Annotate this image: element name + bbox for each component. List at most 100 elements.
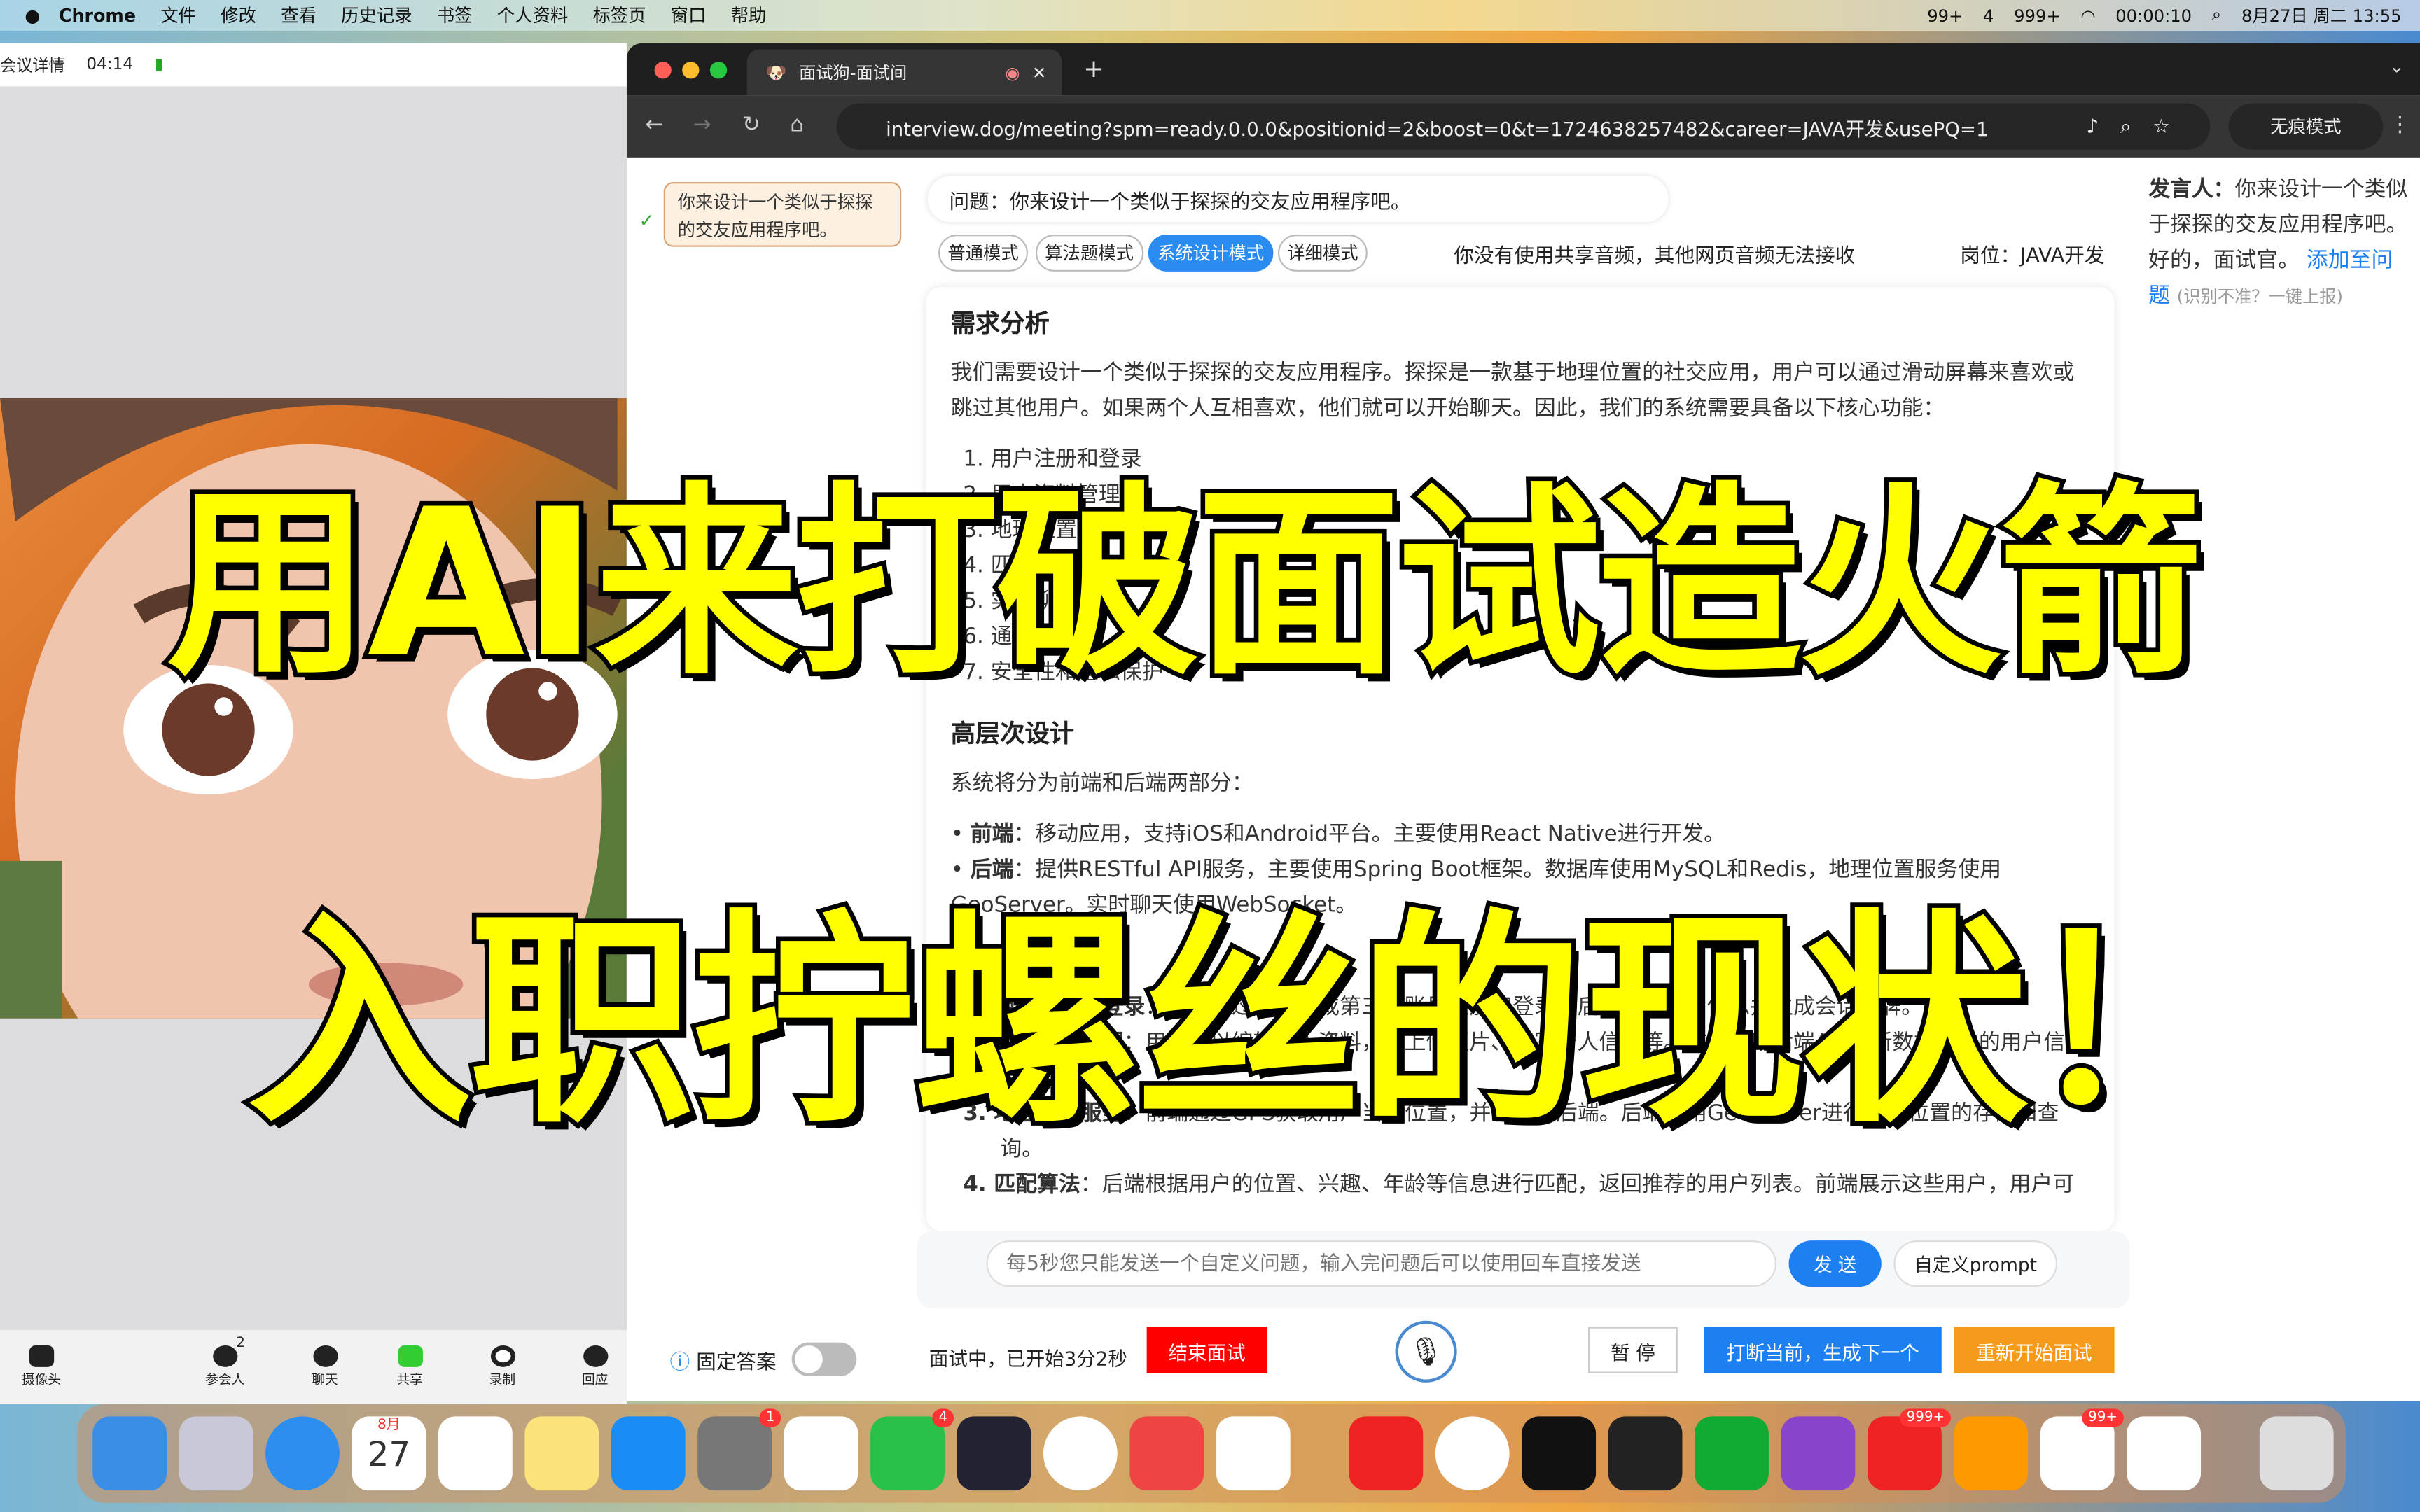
maximize-window-button[interactable] [709,62,728,79]
forward-icon[interactable]: → [693,113,711,137]
vpn-icon[interactable] [1043,1416,1118,1491]
chatgpt-icon[interactable] [957,1416,1031,1491]
mic-muted-icon[interactable]: 🎙 [1395,1320,1457,1382]
menu-help[interactable]: 帮助 [731,3,767,27]
mode-algorithm[interactable]: 算法题模式 [1035,234,1143,272]
assistant-icon[interactable] [1781,1416,1856,1491]
notes-icon[interactable] [524,1416,599,1491]
qq-icon[interactable]: 99+ [2040,1408,2124,1491]
share-icon [397,1345,422,1367]
chat-icon [312,1345,338,1367]
calendar-month: 8月 [377,1418,401,1434]
menu-file[interactable]: 文件 [160,3,196,27]
record-button[interactable]: 录制 [489,1345,515,1389]
chrome-icon[interactable] [1435,1416,1510,1491]
meeting-details-link[interactable]: 会议详情 [0,53,65,76]
datagrip-icon[interactable] [1695,1416,1769,1491]
menu-edit[interactable]: 修改 [221,3,256,27]
apple-icon[interactable]: ● [25,5,40,27]
safari-icon[interactable] [265,1416,340,1491]
reminders-icon[interactable] [438,1416,513,1491]
launchpad-icon[interactable] [179,1416,253,1491]
menu-view[interactable]: 查看 [281,3,317,27]
menu-bookmarks[interactable]: 书签 [437,3,473,27]
mic-zoom-star-icons[interactable]: ♪⌕☆ [2087,114,2192,139]
mode-normal[interactable]: 普通模式 [938,234,1028,272]
menu-app[interactable]: Chrome [59,5,136,27]
more-menu-icon[interactable]: ⋮ [2389,113,2411,137]
home-icon[interactable]: ⌂ [790,113,804,137]
app-store-icon[interactable] [611,1416,686,1491]
intellij-icon[interactable] [1608,1416,1683,1491]
calendar-icon[interactable]: 8月 27 [352,1416,426,1491]
wechat-status[interactable]: 4 [1983,6,1994,26]
pause-button[interactable]: 暂 停 [1588,1326,1678,1373]
interview-status: 面试中，已开始3分2秒 [929,1347,1127,1371]
menu-window[interactable]: 窗口 [671,3,707,27]
position-label: 岗位：JAVA开发 [1960,245,2105,269]
minimize-window-button[interactable] [682,62,700,79]
share-label: 共享 [396,1373,423,1389]
meeting-app-icon[interactable] [2127,1416,2202,1491]
participants-button[interactable]: 参会人 [205,1345,244,1389]
meeting-window: 会议详情 04:14 ▮ 摄像头 参会人 2 聊天 共享 录制 回应 [0,43,627,1404]
custom-question-input[interactable] [986,1240,1776,1287]
interrupt-next-button[interactable]: 打断当前，生成下一个 [1704,1326,1942,1373]
qq-status[interactable]: 99+ [1927,6,1963,26]
close-tab-icon[interactable]: ✕ [1032,62,1046,83]
participants-icon [212,1345,237,1367]
record-timer[interactable]: 00:00:10 [2115,6,2192,26]
url-field[interactable]: interview.dog/meeting?spm=ready.0.0.0&po… [836,103,2211,150]
menu-history[interactable]: 历史记录 [341,3,412,27]
incognito-button[interactable]: 无痕模式 [2228,103,2384,150]
high-level-paragraph: 系统将分为前端和后端两部分： [950,771,1253,797]
mail-icon[interactable] [784,1416,858,1491]
help-icon[interactable]: ⓘ [670,1345,690,1374]
settings-icon[interactable]: 1 [697,1408,781,1491]
sublime-icon[interactable] [1954,1416,2029,1491]
meeting-topbar: 会议详情 04:14 ▮ [0,43,627,87]
search-icon[interactable]: ⌕ [2212,5,2222,27]
qq-badge: 99+ [2082,1408,2124,1427]
new-tab-button[interactable]: + [1083,54,1104,83]
tab-search-button[interactable]: ⌄ [2389,55,2405,77]
custom-prompt-button[interactable]: 自定义prompt [1893,1240,2058,1287]
music-icon[interactable]: 999+ [1867,1408,1951,1491]
reaction-label: 回应 [581,1373,609,1389]
menu-profile[interactable]: 个人资料 [497,3,568,27]
wifi-icon[interactable]: ◠ [2080,6,2095,26]
app-icon[interactable] [1129,1416,1204,1491]
capcut-icon[interactable] [1522,1416,1597,1491]
tab-title: 面试狗-面试间 [799,63,908,84]
meeting-toolbar: 摄像头 参会人 2 聊天 共享 录制 回应 [0,1329,627,1404]
youdao-icon[interactable] [1349,1416,1424,1491]
restart-interview-button[interactable]: 重新开始面试 [1954,1326,2115,1373]
share-button[interactable]: 共享 [396,1345,423,1389]
vscode-icon[interactable] [1216,1416,1291,1491]
clock[interactable]: 8月27日 周二 13:55 [2241,3,2402,27]
fixed-answer-label: 固定答案 [696,1350,777,1374]
record-icon [489,1345,515,1367]
mode-system-design[interactable]: 系统设计模式 [1148,234,1274,272]
tab-interview[interactable]: 🐶 面试狗-面试间 ◉ ✕ [746,49,1062,96]
reaction-button[interactable]: 回应 [581,1345,609,1389]
app-status[interactable]: 999+ [2014,6,2061,26]
flow-item: 4. 匹配算法：后端根据用户的位置、兴趣、年龄等信息进行匹配，返回推荐的用户列表… [963,1168,2089,1204]
screen: ● Chrome 文件 修改 查看 历史记录 书签 个人资料 标签页 窗口 帮助… [0,0,2420,1512]
trash-icon[interactable] [2259,1416,2334,1491]
history-question[interactable]: 你来设计一个类似于探探的交友应用程序吧。 [663,182,902,247]
send-button[interactable]: 发 送 [1788,1240,1882,1287]
back-icon[interactable]: ← [645,113,663,137]
reload-icon[interactable]: ↻ [742,113,760,137]
menu-tabs[interactable]: 标签页 [592,3,646,27]
fixed-answer-toggle[interactable] [791,1342,857,1377]
chat-button[interactable]: 聊天 [312,1345,338,1389]
report-hint-link[interactable]: (识别不准？一键上报) [2177,287,2343,307]
end-interview-button[interactable]: 结束面试 [1146,1326,1267,1373]
mode-detailed[interactable]: 详细模式 [1277,234,1368,272]
close-window-button[interactable] [654,62,672,79]
camera-button[interactable]: 摄像头 [22,1345,61,1389]
smile-icon [583,1345,608,1367]
wechat-icon[interactable]: 4 [870,1408,954,1491]
finder-icon[interactable] [92,1416,167,1491]
